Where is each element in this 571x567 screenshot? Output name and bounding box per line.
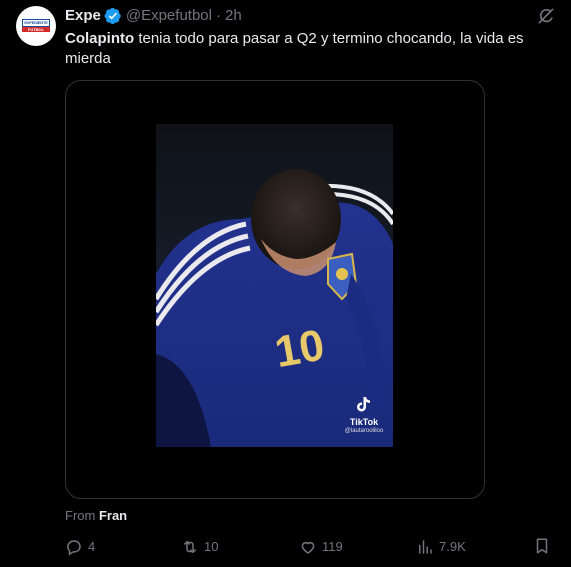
tiktok-watermark: TikTok @lautarooliloo bbox=[339, 396, 389, 435]
expe-logo: EXPEDIENTE FUTBOL bbox=[22, 19, 50, 33]
tweet-bold-word: Colapinto bbox=[65, 30, 135, 47]
views-button[interactable]: 7.9K bbox=[416, 537, 466, 557]
retweet-button[interactable]: 10 bbox=[181, 537, 218, 557]
separator-dot: · bbox=[215, 7, 221, 24]
avatar[interactable]: EXPEDIENTE FUTBOL bbox=[16, 6, 56, 46]
bookmark-icon bbox=[536, 538, 548, 554]
heart-icon bbox=[301, 541, 315, 554]
video-player[interactable]: 10 TikTok @lautarooliloo bbox=[156, 124, 393, 447]
grok-icon[interactable] bbox=[536, 6, 556, 26]
retweet-count: 10 bbox=[204, 539, 219, 554]
views-icon bbox=[419, 540, 432, 554]
tiktok-icon bbox=[357, 397, 370, 412]
bookmark-button[interactable] bbox=[533, 537, 556, 555]
display-name[interactable]: Expe bbox=[65, 6, 101, 26]
source-prefix: From bbox=[65, 508, 99, 523]
tweet-header: Expe @Expefutbol · 2h bbox=[65, 6, 242, 26]
reply-button[interactable]: 4 bbox=[65, 537, 95, 557]
reply-count: 4 bbox=[88, 539, 96, 554]
source-name[interactable]: Fran bbox=[99, 508, 127, 523]
verified-badge-icon bbox=[104, 7, 121, 25]
tweet-body: tenia todo para pasar a Q2 y termino cho… bbox=[65, 30, 524, 67]
reply-icon bbox=[67, 540, 81, 556]
like-button[interactable]: 119 bbox=[299, 537, 343, 557]
like-count: 119 bbox=[322, 539, 343, 554]
action-bar: 4 10 119 7.9K bbox=[65, 537, 555, 557]
logo-bottom-text: FUTBOL bbox=[22, 27, 50, 32]
jersey-number: 10 bbox=[271, 320, 328, 377]
retweet-icon bbox=[184, 541, 196, 553]
tweet-text: Colapinto tenia todo para pasar a Q2 y t… bbox=[65, 29, 555, 69]
media-frame[interactable]: 10 TikTok @lautarooliloo bbox=[65, 80, 485, 499]
views-count: 7.9K bbox=[439, 539, 466, 554]
source-attribution: From Fran bbox=[65, 508, 127, 524]
tiktok-label: TikTok bbox=[349, 417, 379, 427]
timestamp[interactable]: 2h bbox=[225, 6, 242, 26]
handle[interactable]: @Expefutbol bbox=[126, 6, 212, 26]
logo-top-text: EXPEDIENTE bbox=[22, 19, 50, 27]
tiktok-username: @lautarooliloo bbox=[344, 428, 384, 434]
